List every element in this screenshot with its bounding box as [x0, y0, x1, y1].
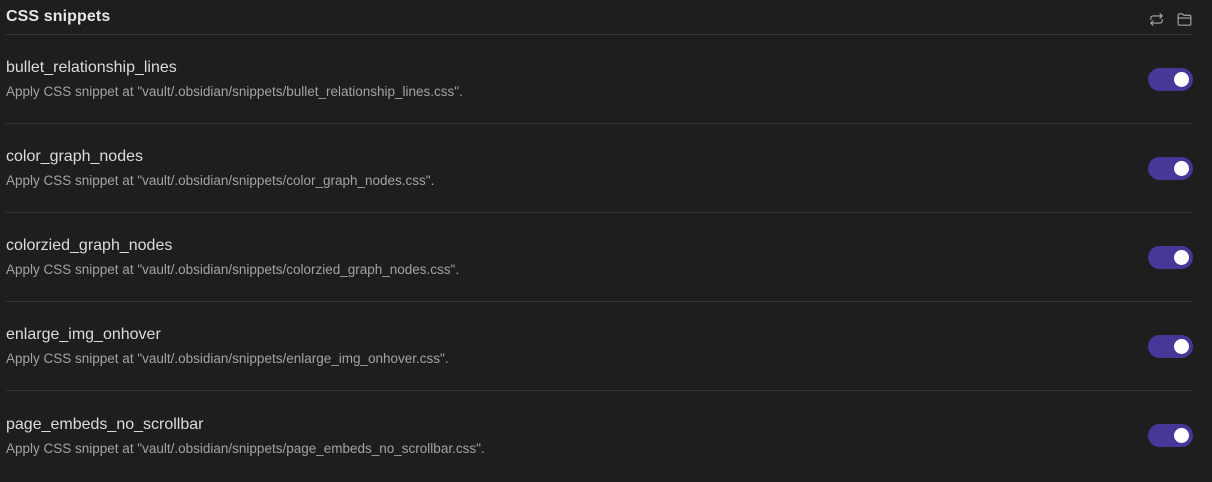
- snippet-name: color_graph_nodes: [6, 148, 143, 165]
- css-snippets-panel: CSS snippets bullet_relationship_lines A…: [0, 0, 1212, 482]
- snippet-toggle[interactable]: [1148, 424, 1193, 447]
- snippet-name: colorzied_graph_nodes: [6, 237, 173, 254]
- snippet-description: Apply CSS snippet at "vault/.obsidian/sn…: [6, 173, 435, 188]
- folder-icon: [1177, 12, 1191, 26]
- snippet-name: enlarge_img_onhover: [6, 326, 161, 343]
- snippet-toggle[interactable]: [1148, 245, 1193, 269]
- toggle-knob: [1174, 338, 1189, 354]
- snippet-item: enlarge_img_onhover Apply CSS snippet at…: [6, 302, 1193, 391]
- section-header: CSS snippets: [6, 0, 1193, 35]
- snippet-list: bullet_relationship_lines Apply CSS snip…: [6, 35, 1193, 480]
- snippet-name: bullet_relationship_lines: [6, 59, 177, 76]
- toggle-knob: [1174, 249, 1189, 265]
- reload-snippets-button[interactable]: [1147, 10, 1165, 28]
- section-title: CSS snippets: [6, 8, 111, 25]
- toggle-knob: [1174, 428, 1189, 443]
- snippet-toggle[interactable]: [1148, 156, 1193, 180]
- snippet-toggle[interactable]: [1148, 67, 1193, 91]
- snippet-info: enlarge_img_onhover Apply CSS snippet at…: [6, 325, 449, 367]
- snippet-info: color_graph_nodes Apply CSS snippet at "…: [6, 147, 434, 189]
- open-snippets-folder-button[interactable]: [1175, 10, 1193, 28]
- snippet-info: colorzied_graph_nodes Apply CSS snippet …: [6, 236, 459, 278]
- snippet-name: page_embeds_no_scrollbar: [6, 415, 204, 433]
- snippet-description: Apply CSS snippet at "vault/.obsidian/sn…: [6, 262, 460, 277]
- snippet-description: Apply CSS snippet at "vault/.obsidian/sn…: [6, 84, 463, 99]
- toggle-knob: [1174, 71, 1189, 87]
- snippet-item: colorzied_graph_nodes Apply CSS snippet …: [6, 213, 1193, 302]
- snippet-item: page_embeds_no_scrollbar Apply CSS snipp…: [6, 391, 1193, 480]
- snippet-item: bullet_relationship_lines Apply CSS snip…: [6, 35, 1193, 124]
- snippet-description: Apply CSS snippet at "vault/.obsidian/sn…: [6, 351, 449, 366]
- header-actions: [1147, 10, 1193, 28]
- snippet-toggle[interactable]: [1148, 334, 1193, 358]
- snippet-info: bullet_relationship_lines Apply CSS snip…: [6, 58, 463, 100]
- snippet-info: page_embeds_no_scrollbar Apply CSS snipp…: [6, 415, 485, 457]
- snippet-item: color_graph_nodes Apply CSS snippet at "…: [6, 124, 1193, 213]
- toggle-knob: [1174, 160, 1189, 176]
- reload-icon: [1149, 12, 1163, 26]
- snippet-description: Apply CSS snippet at "vault/.obsidian/sn…: [6, 440, 485, 456]
